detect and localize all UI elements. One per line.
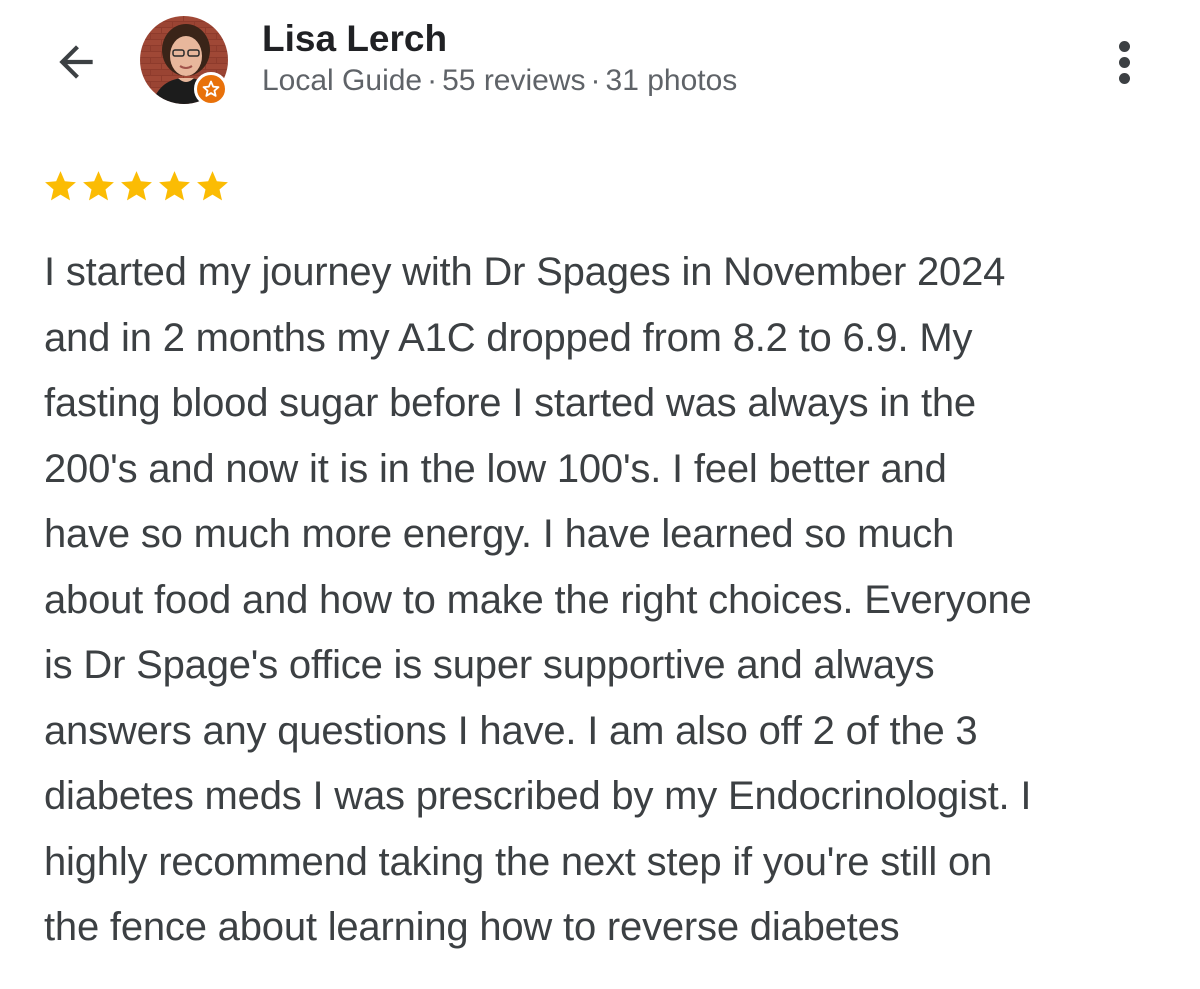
photo-count: 31 photos [605, 64, 738, 97]
back-button[interactable] [44, 30, 108, 94]
arrow-left-icon [59, 45, 93, 79]
meta-separator: · [427, 64, 438, 97]
star-icon [197, 171, 228, 201]
star-icon [121, 171, 152, 201]
local-guide-badge [194, 72, 228, 106]
avatar[interactable] [140, 16, 230, 106]
local-guide-star-icon [202, 80, 220, 97]
star-rating [42, 168, 231, 205]
more-vert-icon-dot [1118, 40, 1130, 52]
star-icon [83, 171, 114, 201]
more-vert-icon-dot [1118, 56, 1130, 68]
reviewer-name[interactable]: Lisa Lerch [262, 18, 447, 60]
reviewer-meta: Local Guide · 55 reviews · 31 photos [262, 64, 737, 98]
star-icon [159, 171, 190, 201]
review-text: I started my journey with Dr Spages in N… [44, 250, 1032, 949]
local-guide-label: Local Guide [262, 64, 423, 97]
review-count: 55 reviews [442, 64, 586, 97]
more-options-button[interactable] [1100, 30, 1148, 94]
meta-separator: · [590, 64, 601, 97]
review-header: Lisa Lerch Local Guide · 55 reviews · 31 pho… [0, 0, 1200, 130]
star-icon [45, 171, 76, 201]
more-vert-icon-dot [1118, 72, 1130, 84]
